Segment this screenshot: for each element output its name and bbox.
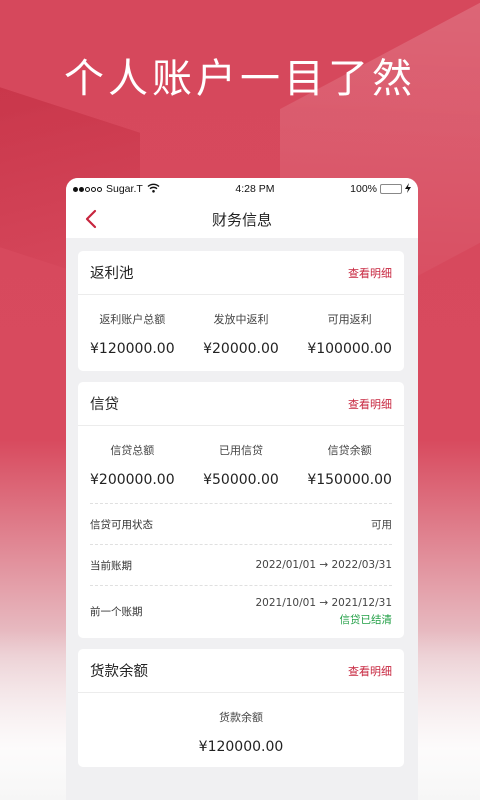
charging-icon <box>405 182 411 196</box>
credit-title: 信贷 <box>90 397 119 413</box>
battery-percent: 100% <box>350 183 377 195</box>
row-label: 当前账期 <box>90 559 132 572</box>
status-bar: Sugar.T 4:28 PM 100% <box>66 178 418 200</box>
stat-value: ¥50000.00 <box>203 472 279 488</box>
row-label: 前一个账期 <box>90 606 143 618</box>
back-chevron-icon <box>85 209 97 229</box>
stat-label: 信贷总额 <box>110 444 155 457</box>
carrier-name: Sugar.T <box>106 183 143 195</box>
rebate-pool-title: 返利池 <box>90 266 134 282</box>
payment-balance-detail-link[interactable]: 查看明细 <box>348 663 392 679</box>
stat-label: 信贷余额 <box>327 444 372 457</box>
stat-label: 已用信贷 <box>218 444 263 457</box>
wifi-icon <box>147 183 160 196</box>
credit-stats: 信贷总额 ¥200000.00 已用信贷 ¥50000.00 信贷余额 ¥150… <box>78 426 404 503</box>
stat-issuing-rebate: 发放中返利 ¥20000.00 <box>187 311 295 357</box>
row-label: 信贷可用状态 <box>90 518 153 531</box>
stat-label: 发放中返利 <box>213 313 269 326</box>
rebate-pool-card: 返利池 查看明细 返利账户总额 ¥120000.00 发放中返利 ¥20000.… <box>78 251 404 371</box>
credit-detail-link[interactable]: 查看明细 <box>348 396 392 412</box>
rebate-pool-detail-link[interactable]: 查看明细 <box>348 265 392 281</box>
previous-period-row: 前一个账期 2021/10/01 → 2021/12/31 信贷已结清 <box>90 585 392 637</box>
current-period-row: 当前账期 2022/01/01 → 2022/03/31 <box>90 544 392 585</box>
settled-status: 信贷已结清 <box>339 613 393 626</box>
credit-status-row: 信贷可用状态 可用 <box>90 503 392 544</box>
credit-header: 信贷 查看明细 <box>78 382 404 426</box>
status-time: 4:28 PM <box>235 183 275 195</box>
row-value: 2021/10/01 → 2021/12/31 <box>255 596 392 609</box>
back-button[interactable] <box>80 207 102 231</box>
row-value: 2022/01/01 → 2022/03/31 <box>255 559 392 571</box>
stat-label: 可用返利 <box>327 313 372 326</box>
page-title: 财务信息 <box>211 210 272 229</box>
status-left: Sugar.T <box>73 183 160 196</box>
rebate-pool-stats: 返利账户总额 ¥120000.00 发放中返利 ¥20000.00 可用返利 ¥… <box>78 295 404 357</box>
stat-available-rebate: 可用返利 ¥100000.00 <box>296 311 404 357</box>
stat-value: ¥100000.00 <box>307 341 392 357</box>
stat-value: ¥120000.00 <box>198 739 284 755</box>
stat-credit-total: 信贷总额 ¥200000.00 <box>79 442 187 503</box>
signal-dots-icon <box>73 186 102 192</box>
promo-headline: 个人账户一目了然 <box>64 56 416 102</box>
row-value-group: 2021/10/01 → 2021/12/31 信贷已结清 <box>255 597 392 627</box>
payment-balance-card: 货款余额 查看明细 货款余额 ¥120000.00 <box>78 649 404 767</box>
payment-balance-header: 货款余额 查看明细 <box>78 649 404 693</box>
stat-value: ¥200000.00 <box>90 472 175 488</box>
stat-total-rebate: 返利账户总额 ¥120000.00 <box>79 311 187 357</box>
stat-value: ¥150000.00 <box>307 472 392 488</box>
rebate-pool-header: 返利池 查看明细 <box>78 251 404 295</box>
credit-card: 信贷 查看明细 信贷总额 ¥200000.00 已用信贷 ¥50000.00 信… <box>78 382 404 638</box>
stat-value: ¥120000.00 <box>90 341 175 357</box>
nav-bar: 财务信息 <box>66 200 418 238</box>
stat-value: ¥20000.00 <box>203 341 279 357</box>
stat-label: 返利账户总额 <box>99 313 166 326</box>
status-right: 100% <box>350 182 411 196</box>
battery-icon <box>380 184 402 194</box>
stat-credit-balance: 信贷余额 ¥150000.00 <box>296 442 404 503</box>
payment-balance-title: 货款余额 <box>90 664 148 680</box>
payment-balance-stats: 货款余额 ¥120000.00 <box>78 693 404 755</box>
stat-credit-used: 已用信贷 ¥50000.00 <box>187 442 295 503</box>
stat-label: 货款余额 <box>218 711 263 724</box>
row-value: 可用 <box>371 518 392 531</box>
phone-screen: Sugar.T 4:28 PM 100% 财务信息 返利池 查看明细 返利账户总… <box>66 178 418 800</box>
stat-payment-balance: 货款余额 ¥120000.00 <box>187 709 295 755</box>
